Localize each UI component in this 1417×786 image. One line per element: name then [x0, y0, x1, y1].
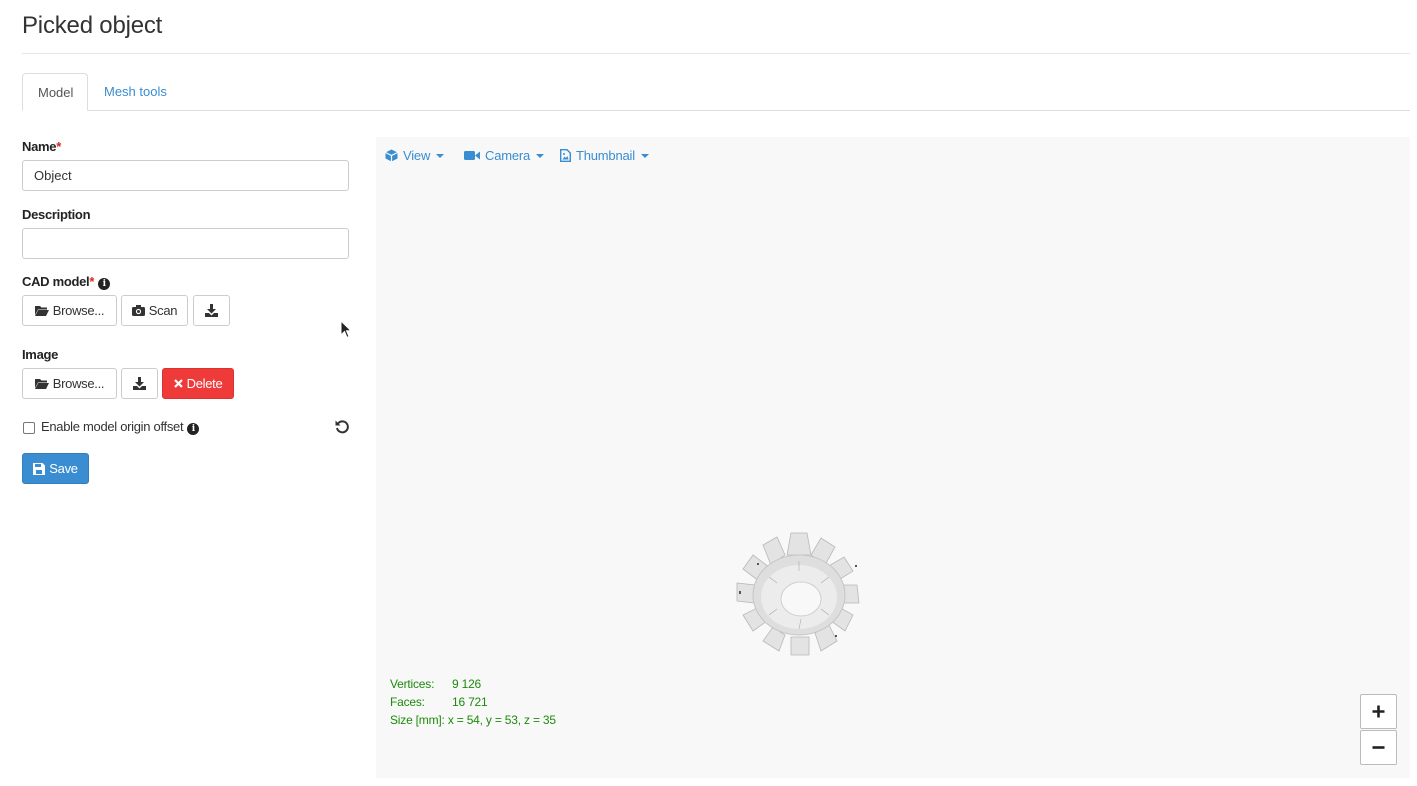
view-menu-label: View: [403, 148, 431, 163]
image-file-icon: [560, 149, 571, 162]
cad-browse-button[interactable]: Browse...: [22, 295, 117, 326]
image-delete-button[interactable]: Delete: [162, 368, 234, 399]
page-title: Picked object: [22, 12, 163, 39]
thumbnail-menu[interactable]: Thumbnail: [560, 148, 649, 163]
cad-model-label-text: CAD model: [22, 274, 90, 289]
cad-model-label: CAD model* i: [22, 274, 111, 290]
cad-scan-button[interactable]: Scan: [121, 295, 188, 326]
image-browse-label: Browse...: [52, 376, 105, 391]
mouse-cursor-icon: [340, 320, 352, 339]
undo-icon[interactable]: [334, 418, 350, 434]
image-label: Image: [22, 347, 59, 362]
3d-model-render: [736, 532, 860, 656]
cad-browse-label: Browse...: [52, 303, 105, 318]
size-label: Size [mm]:: [390, 713, 445, 727]
tab-mesh-tools[interactable]: Mesh tools: [89, 73, 182, 111]
title-divider: [22, 53, 1410, 54]
cad-scan-label: Scan: [148, 303, 178, 318]
chevron-down-icon: [536, 153, 545, 158]
view-menu[interactable]: View: [385, 148, 445, 163]
faces-row: Faces: 16 721: [390, 693, 556, 711]
model-viewer[interactable]: View Camera Thumbnail Vertices: 9 126 Fa…: [376, 137, 1410, 778]
save-label: Save: [49, 461, 78, 476]
size-value: x = 54, y = 53, z = 35: [447, 713, 556, 727]
video-camera-icon: [464, 151, 480, 160]
camera-icon: [131, 305, 145, 316]
vertices-row: Vertices: 9 126: [390, 675, 556, 693]
zoom-in-button[interactable]: [1360, 694, 1397, 729]
chevron-down-icon: [436, 153, 445, 158]
close-icon: [173, 379, 183, 388]
minus-icon: [1372, 746, 1385, 749]
folder-open-icon: [34, 379, 49, 389]
origin-offset-checkbox[interactable]: [23, 422, 35, 434]
faces-label: Faces:: [390, 695, 425, 709]
name-label-text: Name: [22, 139, 57, 154]
faces-value: 16 721: [452, 695, 488, 709]
chevron-down-icon: [640, 153, 649, 158]
size-row: Size [mm]: x = 54, y = 53, z = 35: [390, 711, 556, 729]
tab-model[interactable]: Model: [22, 73, 88, 111]
folder-open-icon: [34, 306, 49, 316]
download-icon: [205, 304, 218, 317]
plus-icon: [1372, 705, 1385, 718]
required-mark: *: [89, 274, 95, 289]
vertices-label: Vertices:: [390, 677, 435, 691]
model-stats: Vertices: 9 126 Faces: 16 721 Size [mm]: x…: [390, 675, 556, 729]
zoom-out-button[interactable]: [1360, 730, 1397, 765]
image-download-button[interactable]: [121, 368, 158, 399]
image-delete-label: Delete: [186, 376, 223, 391]
camera-menu-label: Camera: [485, 148, 531, 163]
info-circle-icon[interactable]: i: [187, 423, 200, 435]
camera-menu[interactable]: Camera: [464, 148, 545, 163]
thumbnail-menu-label: Thumbnail: [576, 148, 635, 163]
info-circle-icon[interactable]: i: [98, 278, 111, 290]
origin-offset-label: Enable model origin offset i: [41, 419, 200, 435]
description-label: Description: [22, 207, 91, 222]
required-mark: *: [56, 139, 61, 154]
origin-offset-label-text: Enable model origin offset: [41, 419, 184, 434]
name-input[interactable]: [22, 160, 349, 191]
save-button[interactable]: Save: [22, 453, 89, 484]
tab-bar: Model Mesh tools: [22, 73, 1410, 111]
cube-icon: [385, 149, 398, 162]
floppy-disk-icon: [33, 462, 46, 475]
vertices-value: 9 126: [452, 677, 482, 691]
description-input[interactable]: [22, 228, 349, 259]
download-icon: [133, 377, 146, 390]
image-browse-button[interactable]: Browse...: [22, 368, 117, 399]
name-label: Name*: [22, 139, 61, 154]
cad-download-button[interactable]: [193, 295, 230, 326]
